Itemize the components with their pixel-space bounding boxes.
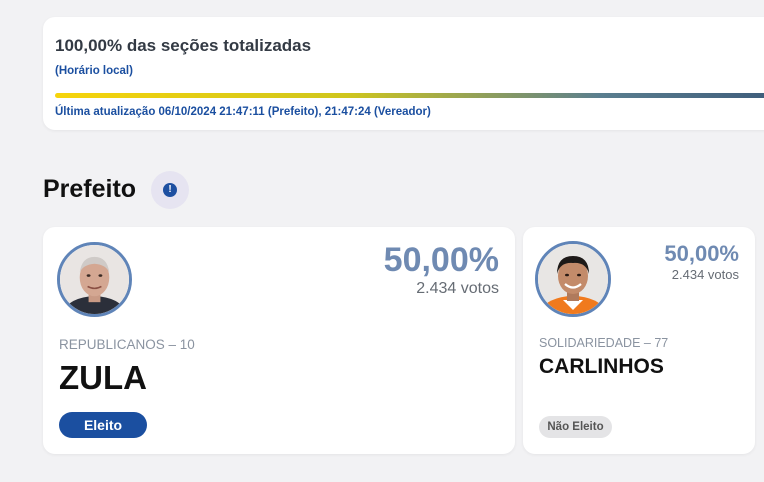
candidate-party: SOLIDARIEDADE – 77 (539, 336, 669, 350)
info-icon: ! (163, 183, 177, 197)
candidate-name: ZULA (59, 359, 147, 396)
candidate-votes: 2.434 votos (416, 280, 499, 297)
candidate-name: CARLINHOS (539, 355, 664, 378)
totalization-status-card: 100,00% das seções totalizadas (Horário … (43, 17, 764, 130)
candidate-card[interactable]: 50,00% 2.434 votos SOLIDARIEDADE – 77 CA… (523, 227, 755, 454)
candidate-percent: 50,00% (383, 241, 499, 279)
candidate-percent: 50,00% (664, 241, 739, 266)
candidate-photo-zula (60, 245, 129, 314)
candidate-votes: 2.434 votos (671, 267, 739, 282)
candidate-photo-carlinhos (538, 244, 608, 314)
not-elected-badge: Não Eleito (539, 416, 612, 438)
info-button[interactable]: ! (151, 171, 189, 209)
last-update-text: Última atualização 06/10/2024 21:47:11 (… (55, 106, 431, 118)
candidate-photo (535, 241, 611, 317)
totalization-title: 100,00% das seções totalizadas (55, 36, 312, 55)
totalization-progress-bar (55, 93, 764, 98)
local-time-note: (Horário local) (55, 65, 133, 77)
candidate-party: REPUBLICANOS – 10 (59, 337, 195, 352)
candidate-card[interactable]: 50,00% 2.434 votos REPUBLICANOS – 10 ZUL… (43, 227, 515, 454)
candidate-photo (57, 242, 132, 317)
elected-badge: Eleito (59, 412, 147, 438)
section-title-prefeito: Prefeito (43, 175, 137, 203)
